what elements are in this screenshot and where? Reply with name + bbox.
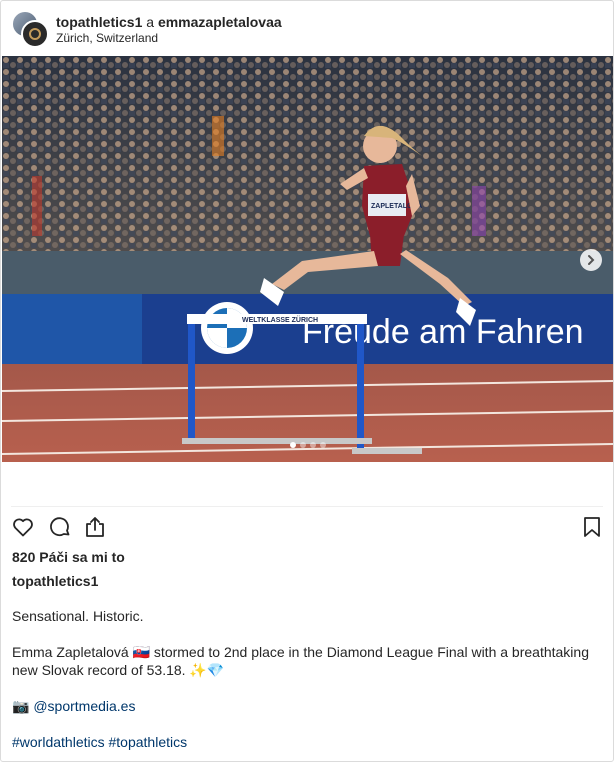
like-button[interactable] bbox=[9, 513, 37, 541]
post-photo[interactable]: Freude am Fahren WELTKLASSE ZÜRICH ZAPLE… bbox=[2, 56, 613, 462]
carousel-dot bbox=[290, 442, 296, 448]
hurdle-banner-text: WELTKLASSE ZÜRICH bbox=[242, 315, 318, 324]
instagram-post-card: topathletics1 a emmazapletalovaa Zürich,… bbox=[0, 0, 614, 762]
hashtag-link[interactable]: #worldathletics bbox=[12, 734, 105, 750]
authors-conjunction: a bbox=[146, 14, 155, 30]
caption-line: Emma Zapletalová 🇸🇰 stormed to 2nd place… bbox=[12, 644, 589, 678]
photo-credit: 📷 @sportmedia.es bbox=[12, 697, 602, 715]
chevron-right-icon bbox=[588, 255, 595, 265]
share-icon bbox=[86, 517, 104, 537]
post-header: topathletics1 a emmazapletalovaa Zürich,… bbox=[1, 1, 613, 55]
heart-icon bbox=[13, 518, 33, 537]
post-caption: Sensational. Historic. Emma Zapletalová … bbox=[12, 607, 602, 761]
action-divider bbox=[11, 506, 603, 507]
post-authors: topathletics1 a emmazapletalovaa bbox=[56, 13, 282, 31]
comment-icon bbox=[50, 517, 70, 537]
avatar-emmazapletalovaa[interactable] bbox=[21, 20, 49, 48]
location-link[interactable]: Zürich, Switzerland bbox=[56, 31, 158, 45]
save-button[interactable] bbox=[578, 513, 606, 541]
carousel-dot bbox=[320, 442, 326, 448]
post-action-bar bbox=[1, 513, 613, 543]
camera-icon: 📷 bbox=[12, 698, 30, 714]
caption-line: Sensational. Historic. bbox=[12, 608, 144, 624]
carousel-indicator bbox=[290, 442, 326, 448]
caption-author[interactable]: topathletics1 bbox=[12, 573, 98, 589]
hashtags: #worldathletics #topathletics bbox=[12, 733, 602, 751]
carousel-dot bbox=[310, 442, 316, 448]
username-link-2[interactable]: emmazapletalovaa bbox=[158, 14, 282, 30]
bookmark-icon bbox=[584, 517, 600, 537]
avatar-group[interactable] bbox=[11, 10, 49, 48]
hurdle-race-image: Freude am Fahren WELTKLASSE ZÜRICH ZAPLE… bbox=[2, 56, 613, 462]
share-button[interactable] bbox=[81, 513, 109, 541]
hashtag-link[interactable]: #topathletics bbox=[109, 734, 188, 750]
username-link-1[interactable]: topathletics1 bbox=[56, 14, 142, 30]
comment-button[interactable] bbox=[46, 513, 74, 541]
likes-count[interactable]: 820 Páči sa mi to bbox=[12, 549, 125, 565]
mention-link[interactable]: @sportmedia.es bbox=[33, 698, 135, 714]
carousel-dot bbox=[300, 442, 306, 448]
carousel-next-button[interactable] bbox=[580, 249, 602, 271]
